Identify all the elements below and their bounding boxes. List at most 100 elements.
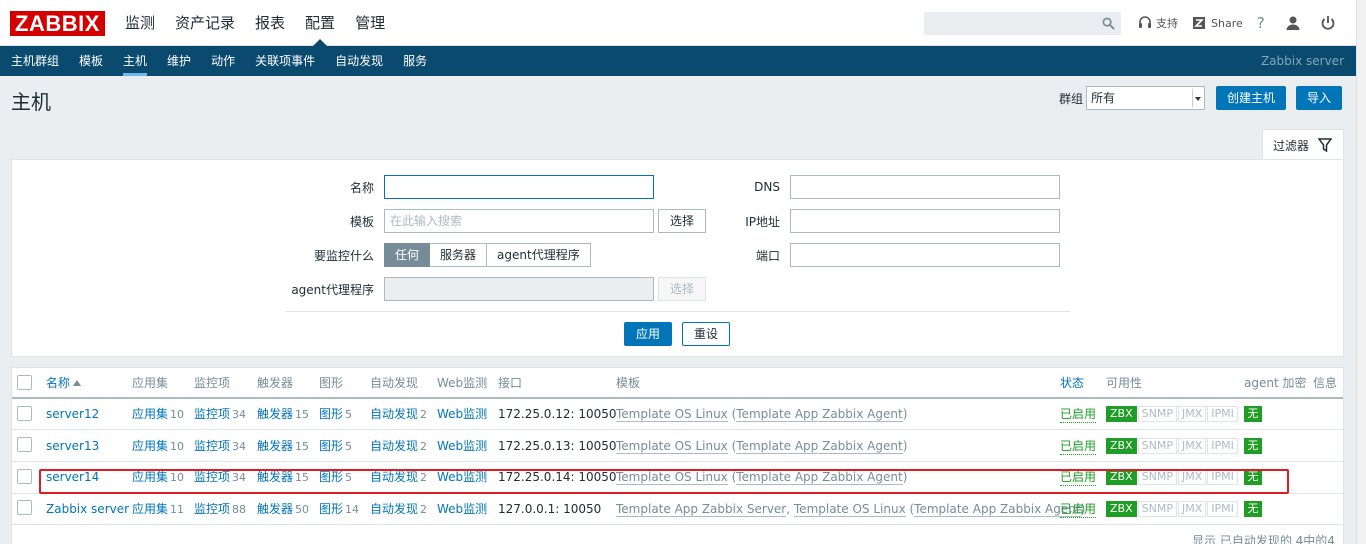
- items-link[interactable]: 监控项 34: [194, 404, 246, 424]
- share-link[interactable]: Share: [1192, 15, 1243, 31]
- template-link[interactable]: Template App Zabbix Server: [616, 502, 787, 517]
- triggers-link[interactable]: 触发器 15: [257, 436, 309, 456]
- interface-address: 172.25.0.12: 10050: [498, 407, 617, 421]
- filter-port-input[interactable]: [790, 243, 1060, 267]
- host-name-link[interactable]: Zabbix server: [46, 499, 129, 519]
- sub-menu-actions[interactable]: 动作: [201, 46, 245, 76]
- zabbix-logo[interactable]: ZABBIX: [10, 11, 105, 36]
- main-menu-inventory[interactable]: 资产记录: [165, 0, 245, 46]
- main-menu-administration[interactable]: 管理: [345, 0, 395, 46]
- col-header-graphs: 图形: [319, 376, 344, 390]
- main-menu-configuration[interactable]: 配置: [295, 0, 345, 46]
- filter-monitor-label: 要监控什么: [313, 249, 374, 263]
- row-checkbox[interactable]: [17, 406, 32, 421]
- filter-dns-input[interactable]: [790, 175, 1060, 199]
- group-label: 群组: [1059, 91, 1084, 106]
- triggers-link[interactable]: 触发器 50: [257, 499, 309, 519]
- filter-dns-label: DNS: [754, 180, 780, 194]
- jmx-badge: JMX: [1177, 438, 1207, 454]
- status-toggle[interactable]: 已启用: [1060, 406, 1097, 423]
- sub-menu-templates[interactable]: 模板: [69, 46, 113, 76]
- main-menu-reports[interactable]: 报表: [245, 0, 295, 46]
- host-name-link[interactable]: server12: [46, 404, 99, 424]
- sub-menu-discovery[interactable]: 自动发现: [325, 46, 393, 76]
- items-link[interactable]: 监控项 34: [194, 436, 246, 456]
- status-toggle[interactable]: 已启用: [1060, 501, 1097, 518]
- search-icon[interactable]: [1102, 17, 1115, 30]
- filter-name-input[interactable]: [384, 175, 654, 199]
- sub-menu-hosts[interactable]: 主机: [113, 46, 157, 76]
- status-toggle[interactable]: 已启用: [1060, 438, 1097, 455]
- sub-menu-services[interactable]: 服务: [393, 46, 437, 76]
- triggers-link[interactable]: 触发器 15: [257, 404, 309, 424]
- filter-template-select-button[interactable]: 选择: [658, 209, 707, 233]
- row-checkbox[interactable]: [17, 500, 32, 515]
- web-link[interactable]: Web监测: [437, 404, 487, 424]
- graphs-link[interactable]: 图形 14: [319, 499, 359, 519]
- filter-template-input[interactable]: 在此输入搜索: [384, 209, 654, 233]
- page-scrollbar[interactable]: [1356, 0, 1366, 544]
- sub-menu-event-correlation[interactable]: 关联项事件: [245, 46, 325, 76]
- discovery-link-label: 自动发现: [370, 502, 419, 516]
- triggers-link-label: 触发器: [257, 407, 294, 421]
- col-header-status[interactable]: 状态: [1060, 369, 1084, 397]
- support-link[interactable]: 支持: [1137, 15, 1178, 31]
- encryption-badge: 无: [1244, 501, 1262, 517]
- items-count: 34: [232, 408, 247, 421]
- host-name-link[interactable]: server13: [46, 436, 99, 456]
- logout-power-icon[interactable]: [1320, 15, 1336, 31]
- web-link[interactable]: Web监测: [437, 436, 487, 456]
- sub-nav: 主机群组 模板 主机 维护 动作 关联项事件 自动发现 服务 Zabbix se…: [0, 46, 1356, 76]
- templates-cell: Template OS Linux (Template App Zabbix A…: [616, 439, 908, 454]
- row-checkbox[interactable]: [17, 437, 32, 452]
- create-host-button[interactable]: 创建主机: [1216, 86, 1287, 110]
- group-select-value: 所有: [1091, 91, 1116, 105]
- filter-monitor-segmented: 任何 服务器 agent代理程序: [384, 243, 591, 267]
- monitor-option-any[interactable]: 任何: [384, 243, 431, 267]
- group-select[interactable]: 所有: [1086, 86, 1206, 110]
- discovery-count: 2: [420, 503, 428, 516]
- triggers-link-label: 触发器: [257, 439, 294, 453]
- select-all-checkbox[interactable]: [17, 375, 32, 390]
- items-link-label: 监控项: [194, 502, 231, 516]
- apps-link[interactable]: 应用集 10: [132, 404, 184, 424]
- graphs-link[interactable]: 图形 5: [319, 404, 352, 424]
- template-link[interactable]: Template OS Linux: [616, 407, 728, 422]
- row-checkbox[interactable]: [17, 469, 32, 484]
- web-link[interactable]: Web监测: [437, 499, 487, 519]
- apps-link[interactable]: 应用集 11: [132, 499, 184, 519]
- filter-ip-input[interactable]: [790, 209, 1060, 233]
- discovery-link[interactable]: 自动发现 2: [370, 404, 427, 424]
- template-link[interactable]: Template App Zabbix Agent: [736, 439, 903, 454]
- global-search-input[interactable]: [924, 12, 1121, 35]
- user-profile-icon[interactable]: [1285, 15, 1301, 31]
- jmx-badge: JMX: [1177, 406, 1207, 422]
- graphs-link[interactable]: 图形 5: [319, 436, 352, 456]
- help-link[interactable]: ?: [1257, 14, 1265, 32]
- discovery-link[interactable]: 自动发现 2: [370, 436, 427, 456]
- col-header-name[interactable]: 名称: [46, 369, 82, 397]
- sub-menu-maintenance[interactable]: 维护: [157, 46, 201, 76]
- import-button[interactable]: 导入: [1296, 86, 1343, 110]
- main-menu-monitoring[interactable]: 监测: [115, 0, 165, 46]
- ipmi-badge: IPMI: [1207, 438, 1238, 454]
- col-header-items: 监控项: [194, 376, 231, 390]
- monitor-option-server[interactable]: 服务器: [430, 243, 488, 267]
- filter-apply-button[interactable]: 应用: [624, 322, 672, 346]
- col-header-availability: 可用性: [1106, 376, 1143, 390]
- template-link[interactable]: Template App Zabbix Agent: [736, 407, 903, 422]
- apps-link[interactable]: 应用集 10: [132, 436, 184, 456]
- filter-reset-button[interactable]: 重设: [682, 322, 730, 346]
- template-link[interactable]: Template App Zabbix Agent: [914, 502, 1081, 517]
- sub-menu-host-groups[interactable]: 主机群组: [1, 46, 69, 76]
- template-link[interactable]: Template OS Linux: [793, 502, 906, 517]
- filter-panel: [11, 159, 1344, 357]
- template-link[interactable]: Template OS Linux: [616, 439, 728, 454]
- discovery-link[interactable]: 自动发现 2: [370, 499, 427, 519]
- share-z-icon: [1193, 17, 1205, 29]
- items-link[interactable]: 监控项 88: [194, 499, 246, 519]
- filter-ip-label: IP地址: [745, 215, 780, 229]
- support-label: 支持: [1156, 17, 1178, 30]
- monitor-option-agent[interactable]: agent代理程序: [487, 243, 591, 267]
- filter-tab[interactable]: 过滤器: [1262, 129, 1344, 160]
